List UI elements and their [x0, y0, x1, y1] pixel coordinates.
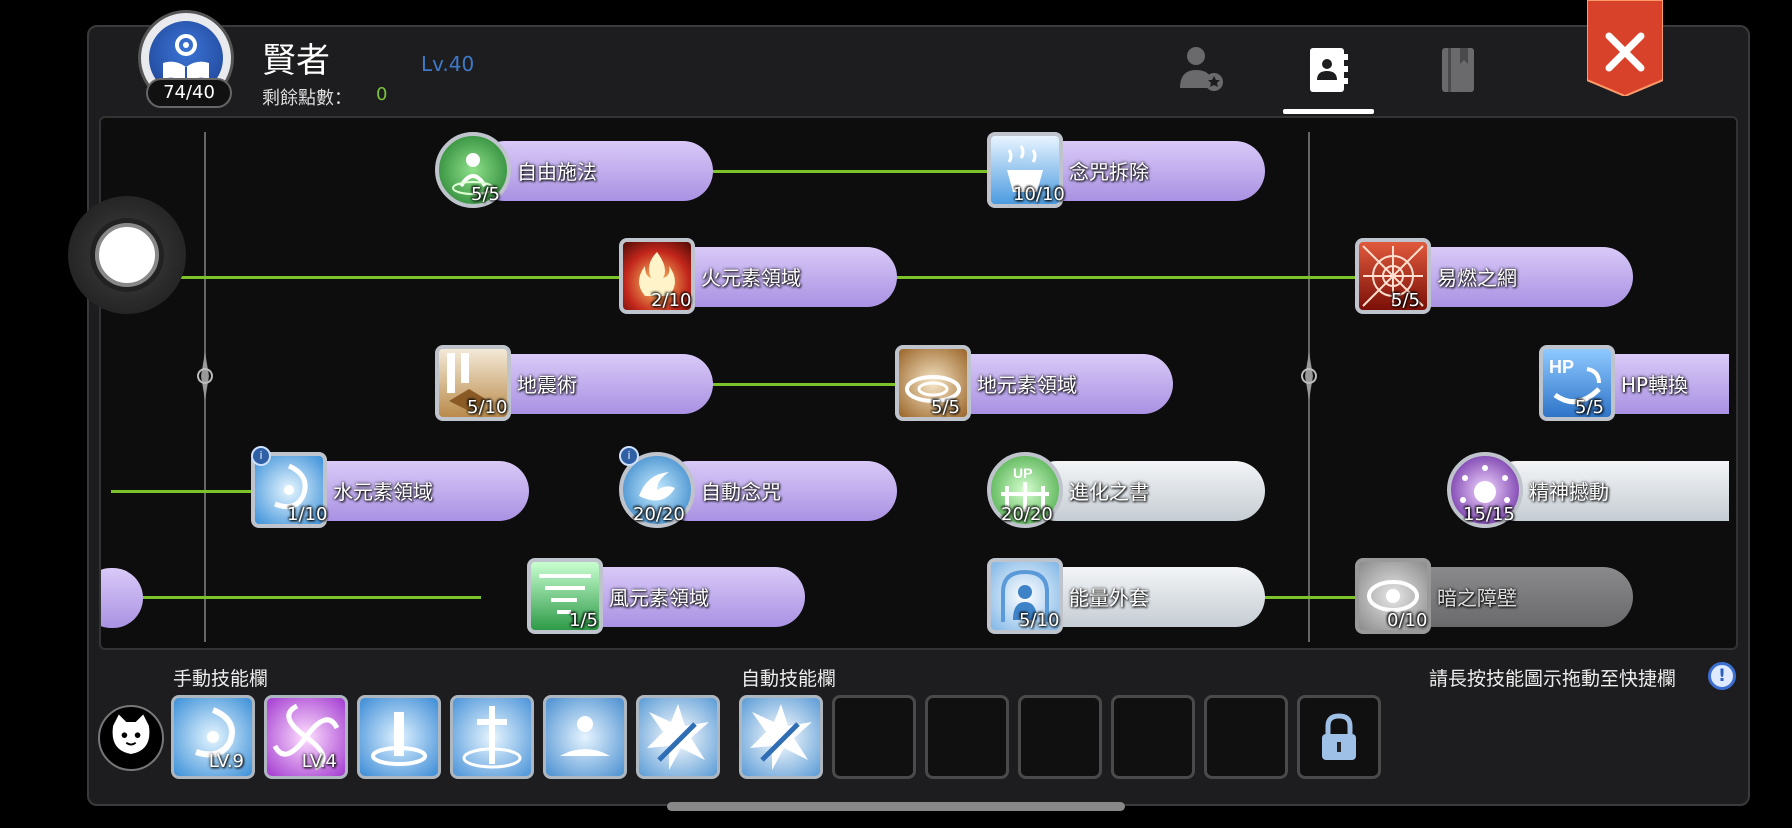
skill-name: 進化之書	[1069, 480, 1149, 504]
skill-level: 20/20	[1001, 504, 1053, 525]
job-level: Lv.40	[421, 52, 475, 76]
skill-level: 5/5	[1575, 397, 1604, 418]
auto-slot-4[interactable]	[1018, 695, 1102, 779]
manual-slot-3[interactable]	[357, 695, 441, 779]
remaining-points-value: 0	[376, 84, 388, 105]
skill-name: 自動念咒	[701, 480, 781, 504]
home-indicator[interactable]	[667, 802, 1125, 811]
skill-name: 地震術	[517, 373, 577, 397]
remaining-points-label: 剩餘點數：	[262, 88, 352, 109]
skill-name: 精神撼動	[1529, 480, 1609, 504]
link-left-water	[111, 490, 251, 493]
manual-slot-4[interactable]	[450, 695, 534, 779]
link-left-wind	[141, 596, 481, 599]
auto-slot-2[interactable]	[832, 695, 916, 779]
manual-slot-2[interactable]: LV.4	[264, 695, 348, 779]
virtual-joystick[interactable]	[68, 196, 186, 314]
skill-node-fire-zone[interactable]: 火元素領域 2/10	[619, 238, 897, 314]
cat-face-icon[interactable]	[98, 705, 164, 771]
skill-node-evolution-book[interactable]: UP 進化之書 20/20	[987, 452, 1265, 528]
job-progress: 74/40	[146, 78, 232, 108]
manual-slot-6[interactable]	[636, 695, 720, 779]
auto-slot-7-locked[interactable]	[1297, 695, 1381, 779]
skill-name: 能量外套	[1069, 586, 1149, 610]
holy-pillar-icon	[371, 712, 427, 766]
auto-skill-bar-label: 自動技能欄	[741, 668, 837, 690]
skill-level: 5/5	[471, 184, 500, 205]
lock-icon	[1322, 713, 1356, 760]
skill-level: 0/10	[1387, 610, 1428, 631]
info-badge[interactable]: i	[251, 446, 271, 466]
skill-book-contact-icon[interactable]	[1300, 42, 1356, 98]
skill-level: 2/10	[651, 290, 692, 311]
manual-slot-1[interactable]: LV.9	[171, 695, 255, 779]
slot-level: LV.4	[301, 751, 337, 772]
skill-level: 20/20	[633, 504, 685, 525]
skill-name: 自由施法	[517, 160, 597, 184]
cross-pillar-icon	[462, 706, 522, 769]
link-freecast-dispel	[711, 170, 991, 173]
svg-text:UP: UP	[1013, 465, 1032, 481]
skill-node-energy-coat[interactable]: 能量外套 5/10	[987, 558, 1265, 634]
skill-node-auto-chant[interactable]: i 自動念咒 20/20	[619, 446, 897, 528]
info-badge[interactable]: i	[619, 446, 639, 466]
skill-level: 5/5	[931, 397, 960, 418]
skill-level: 5/10	[467, 397, 508, 418]
auto-slot-1[interactable]	[739, 695, 823, 779]
divider-ornament-right	[1301, 352, 1317, 400]
skill-level: 10/10	[1013, 184, 1065, 205]
close-button[interactable]	[1587, 0, 1663, 96]
skill-name: 火元素領域	[701, 266, 801, 290]
skill-level: 5/10	[1019, 610, 1060, 631]
skill-node-earth-zone[interactable]: 地元素領域 5/5	[895, 345, 1173, 421]
skill-name: 水元素領域	[333, 480, 433, 504]
svg-text:HP: HP	[1549, 357, 1574, 377]
active-tab-indicator	[1283, 109, 1374, 114]
skill-level: 1/10	[287, 504, 328, 525]
offscreen-skill-pill[interactable]	[101, 568, 143, 628]
divider-ornament-left	[197, 352, 213, 400]
exclamation-info-icon[interactable]: !	[1708, 662, 1736, 690]
skill-name: 風元素領域	[609, 586, 709, 610]
skill-node-dispel[interactable]: 念咒拆除 10/10	[987, 132, 1265, 208]
skill-name: 暗之障壁	[1437, 586, 1517, 610]
sword-burst-icon	[750, 704, 812, 770]
link-quake-earthzone	[711, 383, 901, 386]
skill-node-free-cast[interactable]: 自由施法 5/5	[435, 132, 713, 208]
skill-node-hp-convert[interactable]: HP HP轉換 5/5	[1539, 345, 1729, 421]
sword-burst-icon	[647, 704, 709, 770]
manual-slot-5[interactable]	[543, 695, 627, 779]
skill-node-mind-shock[interactable]: 精神撼動 15/15	[1447, 452, 1729, 528]
joystick-knob[interactable]	[95, 223, 159, 287]
skill-level: 1/5	[569, 610, 598, 631]
drag-hint: 請長按技能圖示拖動至快捷欄	[1429, 668, 1677, 690]
skill-name: 地元素領域	[977, 373, 1077, 397]
skill-level: 15/15	[1463, 504, 1515, 525]
closed-book-icon[interactable]	[1430, 42, 1486, 98]
skill-name: 易燃之網	[1437, 266, 1517, 290]
skill-node-dark-barrier[interactable]: 暗之障壁 0/10	[1355, 558, 1633, 634]
auto-slot-6[interactable]	[1204, 695, 1288, 779]
slot-level: LV.9	[208, 751, 244, 772]
auto-slot-3[interactable]	[925, 695, 1009, 779]
auto-slot-5[interactable]	[1111, 695, 1195, 779]
resurrect-icon	[560, 716, 610, 756]
person-star-icon[interactable]	[1172, 42, 1228, 98]
skill-level: 5/5	[1391, 290, 1420, 311]
skill-name: 念咒拆除	[1069, 160, 1149, 184]
skill-node-wind-zone[interactable]: 風元素領域 1/5	[527, 558, 805, 634]
link-fire-web	[891, 276, 1361, 279]
skill-name: HP轉換	[1621, 373, 1689, 397]
skill-tree: 自由施法 5/5 念咒拆除 10/10 火元素領域 2/10 易燃之網 5/5 …	[99, 116, 1738, 650]
skill-node-earthquake[interactable]: 地震術 5/10	[435, 345, 713, 421]
skill-node-water-zone[interactable]: i 水元素領域 1/10	[251, 446, 529, 528]
manual-skill-bar-label: 手動技能欄	[173, 668, 269, 690]
skill-node-flammable-web[interactable]: 易燃之網 5/5	[1355, 238, 1633, 314]
job-name: 賢者	[262, 41, 330, 81]
